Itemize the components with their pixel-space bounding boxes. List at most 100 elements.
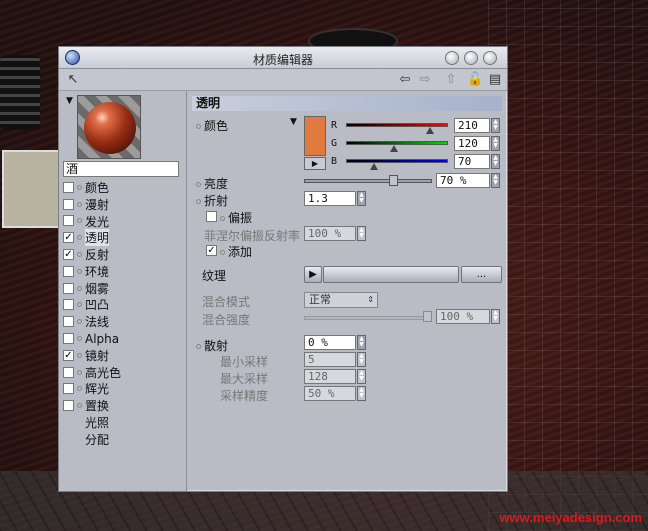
option-dot-icon [196,182,201,187]
option-dot-icon [77,201,82,207]
color-menu-arrow-icon[interactable]: ▼ [290,117,297,127]
sample-accuracy-spinner[interactable]: ▲ ▼ [357,386,366,401]
option-dot-icon [220,216,225,221]
blend-strength-slider[interactable] [304,316,432,320]
option-dot-icon [196,344,201,349]
channel-item[interactable]: 环境 [63,263,183,280]
channel-item[interactable]: 发光 [63,213,183,230]
channel-item[interactable]: 置换 [63,397,183,414]
title-bar[interactable]: 材质编辑器 [59,47,507,69]
max-samples-label: 最大采样 [220,372,269,386]
min-samples-spinner[interactable]: ▲ ▼ [357,352,366,367]
min-samples-field[interactable]: 5 [304,352,356,367]
channel-checkbox[interactable] [63,265,74,277]
channel-item[interactable]: 颜色 [63,179,183,196]
texture-browse-button[interactable]: ... [461,266,502,283]
b-slider[interactable] [346,159,448,163]
polarize-checkbox[interactable] [206,211,217,222]
blend-mode-dropdown[interactable]: 正常 ⇕ [304,292,378,308]
channel-item[interactable]: 烟雾 [63,280,183,297]
watermark: www.meiyadesign.com [499,510,642,525]
channel-label: Alpha [85,331,120,346]
r-label: R [331,120,338,131]
color-swatch[interactable] [304,116,326,156]
channel-checkbox[interactable] [63,299,74,311]
fresnel-value-field[interactable]: 100 % [304,226,356,241]
channel-item[interactable]: 漫射 [63,196,183,213]
channel-label: 辉光 [85,382,110,397]
channel-checkbox[interactable] [63,198,74,210]
channel-item[interactable]: ✓ 镜射 [63,347,183,364]
channel-item[interactable]: 辉光 [63,381,183,398]
channel-item[interactable]: 法线 [63,313,183,330]
channel-checkbox[interactable] [63,215,74,227]
channel-checkbox[interactable] [63,383,74,395]
blend-strength-value-field[interactable]: 100 % [436,309,490,324]
minimize-button[interactable] [445,51,459,65]
lock-icon[interactable]: 🔓 [467,72,483,88]
texture-slot[interactable] [323,266,459,283]
channel-item[interactable]: 凹凸 [63,297,183,314]
channel-checkbox[interactable] [63,366,74,378]
refraction-value-field[interactable]: 1.3 [304,191,356,206]
color-label: 颜色 [196,117,228,134]
b-value-field[interactable]: 70 [454,154,490,169]
color-picker-button[interactable]: ▶ [304,157,326,170]
g-spinner[interactable]: ▲ ▼ [491,136,500,151]
channel-checkbox[interactable]: ✓ [63,249,74,261]
channel-checkbox[interactable] [63,181,74,193]
channel-checkbox[interactable] [63,400,74,412]
blend-strength-spinner[interactable]: ▲ ▼ [491,309,500,324]
option-dot-icon [77,403,82,409]
r-slider-thumb[interactable] [425,127,434,134]
g-slider-thumb[interactable] [389,145,398,152]
channel-item[interactable]: 高光色 [63,364,183,381]
max-samples-spinner[interactable]: ▲ ▼ [357,369,366,384]
channel-item[interactable]: Alpha [63,330,183,347]
maximize-button[interactable] [464,51,478,65]
preview-menu-arrow-icon[interactable]: ▼ [66,96,73,106]
option-dot-icon [77,285,82,291]
channel-checkbox[interactable] [63,316,74,328]
back-arrow-icon[interactable]: ⇦ [397,72,413,88]
channel-label: 颜色 [85,180,110,195]
up-arrow-icon[interactable]: ⇧ [443,72,459,88]
forward-arrow-icon[interactable]: ⇨ [417,72,433,88]
additive-checkbox[interactable]: ✓ [206,245,217,256]
channel-item[interactable]: 光照 [63,414,183,431]
blend-strength-slider-thumb[interactable] [423,311,432,322]
fresnel-spinner[interactable]: ▲ ▼ [357,226,366,241]
channel-item[interactable]: 分配 [63,431,183,448]
channel-list: 颜色 漫射 发光 ✓ 透明 ✓ 反射 环境 烟雾 凹凸 法线 Alpha ✓ 镜射 高光色 辉光 置换 光照 分配 [63,179,183,448]
r-value-field[interactable]: 210 [454,118,490,133]
refraction-spinner[interactable]: ▲ ▼ [357,191,366,206]
channel-item[interactable]: ✓ 透明 [63,229,183,247]
channel-checkbox[interactable]: ✓ [63,349,74,361]
channel-item[interactable]: ✓ 反射 [63,246,183,263]
sample-accuracy-field[interactable]: 50 % [304,386,356,401]
channel-label: 凹凸 [85,298,110,313]
close-button[interactable] [483,51,497,65]
g-value-field[interactable]: 120 [454,136,490,151]
channel-checkbox[interactable] [63,333,74,345]
option-dot-icon [77,319,82,325]
b-slider-thumb[interactable] [369,163,378,170]
scatter-spinner[interactable]: ▲ ▼ [357,335,366,350]
material-preview[interactable] [77,95,141,159]
pointer-icon[interactable]: ↖ [65,72,81,88]
channel-checkbox[interactable]: ✓ [63,232,74,244]
texture-menu-button[interactable]: ▶ [304,266,322,283]
channel-checkbox[interactable] [63,282,74,294]
scatter-value-field[interactable]: 0 % [304,335,356,350]
r-spinner[interactable]: ▲ ▼ [491,118,500,133]
channel-label: 发光 [85,214,110,229]
brightness-slider[interactable] [304,179,432,183]
brightness-value-field[interactable]: 70 % [436,173,490,188]
brightness-slider-thumb[interactable] [388,175,398,186]
panel-menu-icon[interactable]: ▤ [487,72,503,88]
max-samples-field[interactable]: 128 [304,369,356,384]
material-name-field[interactable]: 酒 [63,161,179,177]
b-spinner[interactable]: ▲ ▼ [491,154,500,169]
brightness-spinner[interactable]: ▲ ▼ [491,173,500,188]
preview-sphere [84,102,136,154]
